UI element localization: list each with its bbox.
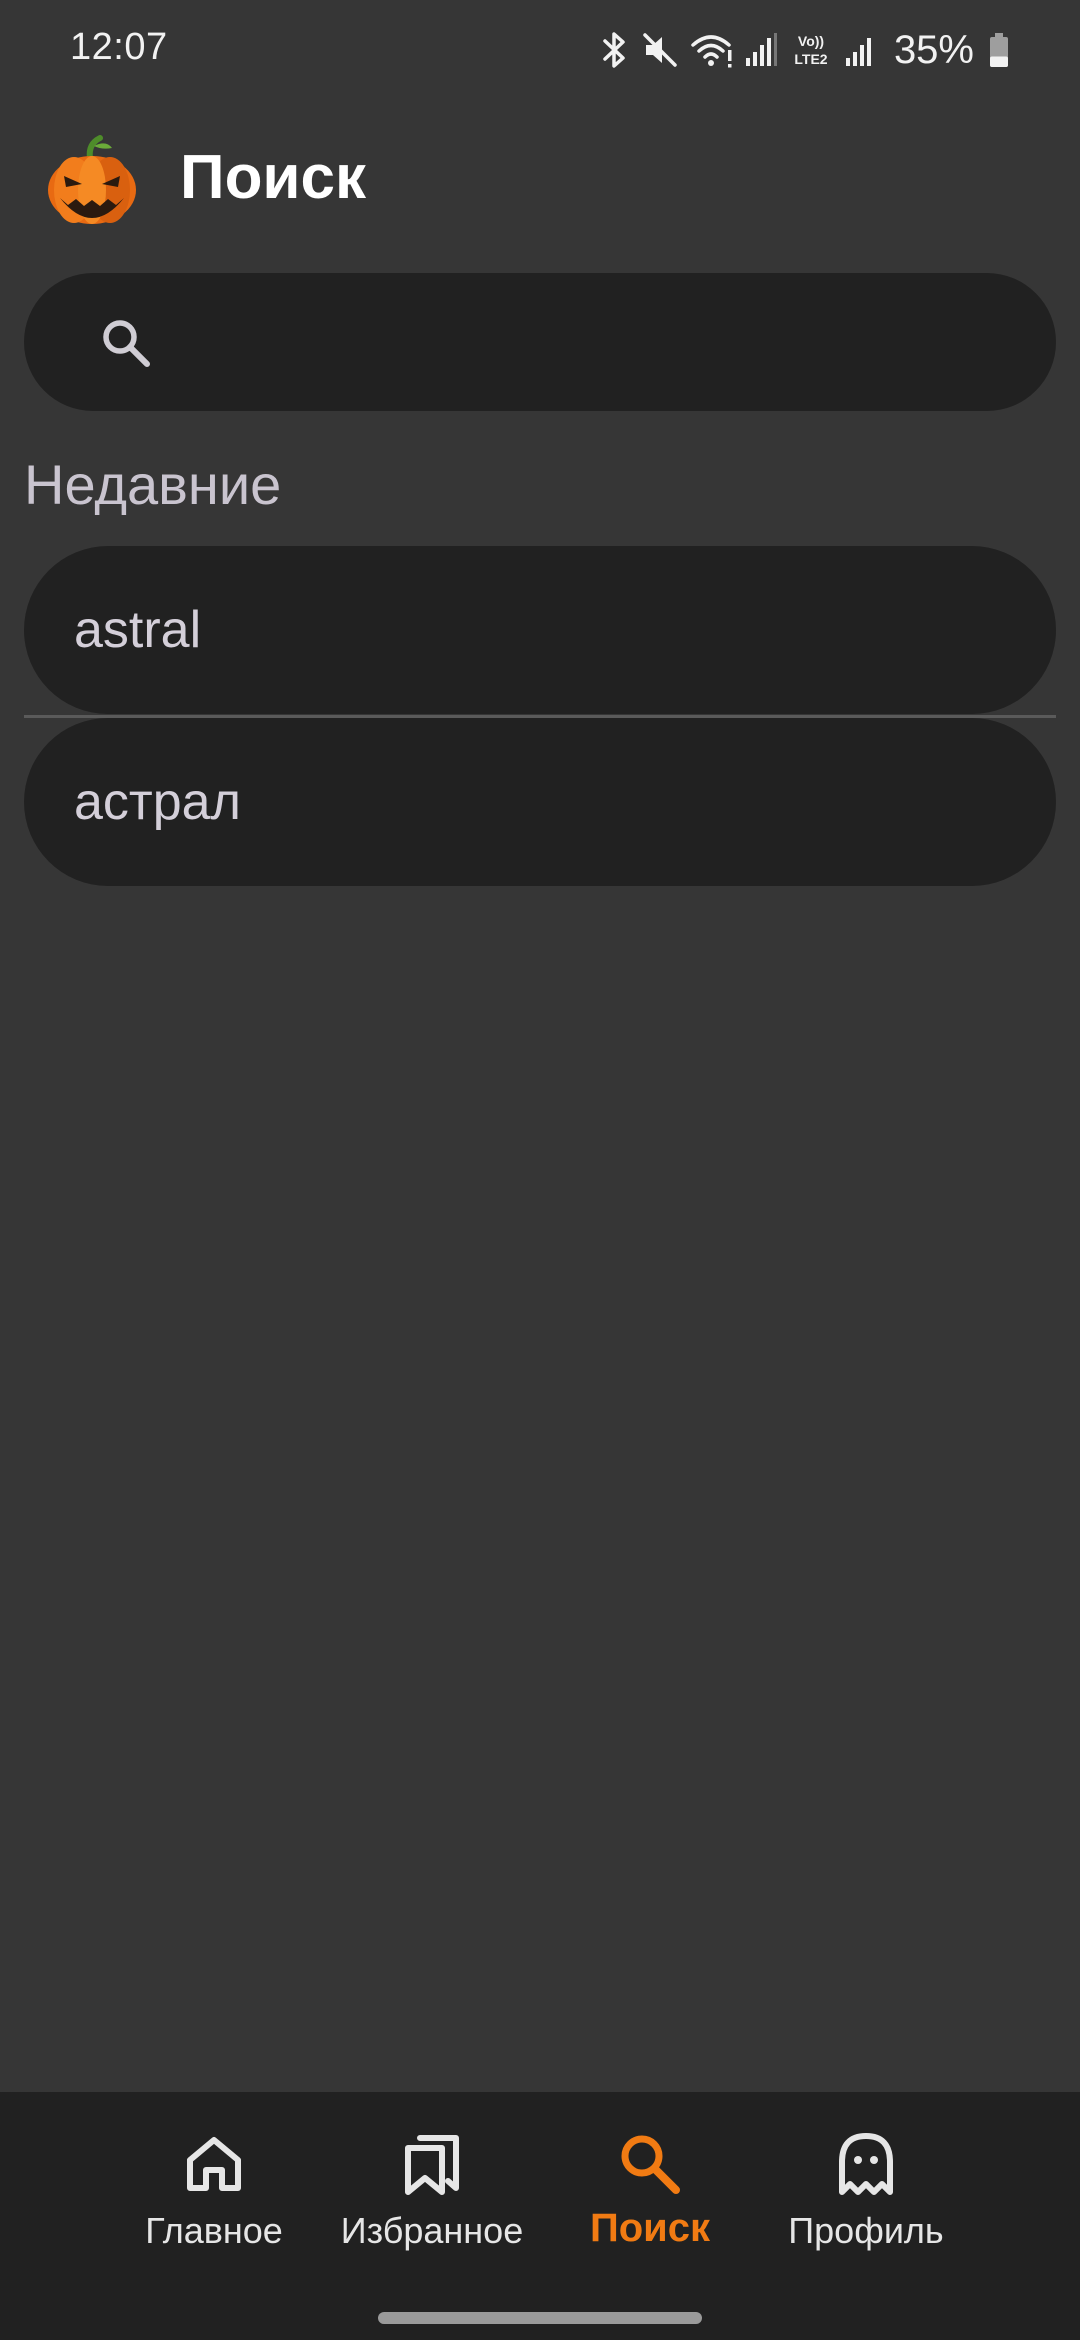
status-bar: 12:07 Vo)) LTE2 35% [0,0,1080,100]
bookmarks-icon [396,2128,468,2200]
nav-label: Поиск [589,2206,711,2250]
status-time: 12:07 [70,26,168,68]
status-icons: Vo)) LTE2 35% [600,24,1010,76]
nav-item-search[interactable]: Поиск [530,2128,770,2268]
signal-icon [744,30,778,70]
battery-icon [988,30,1010,70]
search-icon [614,2128,686,2200]
volte-icon: Vo)) LTE2 [788,30,834,70]
nav-item-home[interactable]: Главное [94,2128,334,2268]
app-header: Поиск [0,120,1080,240]
svg-text:Vo)): Vo)) [798,33,824,49]
nav-item-profile[interactable]: Профиль [746,2128,986,2268]
mute-icon [640,30,680,70]
signal-icon [844,30,878,70]
bluetooth-icon [600,30,630,70]
nav-item-favorites[interactable]: Избранное [312,2128,552,2268]
battery-percent: 35% [893,27,974,72]
svg-text:LTE2: LTE2 [794,51,827,67]
pumpkin-logo-icon [44,132,140,228]
search-bar[interactable] [24,273,1056,413]
page-title: Поиск [180,143,367,212]
wifi-icon [690,30,734,70]
nav-label: Профиль [788,2210,944,2251]
recent-item[interactable]: astral [24,546,1056,714]
home-indicator[interactable] [378,2312,702,2324]
recent-item[interactable]: астрал [24,718,1056,886]
home-icon [178,2128,250,2200]
search-icon [96,313,156,373]
nav-label: Главное [145,2210,283,2251]
recent-list: astral астрал [24,546,1056,886]
search-input[interactable] [184,273,1008,413]
recent-section-title: Недавние [24,453,282,516]
bottom-navigation: Главное Избранное Поиск Профиль [0,2092,1080,2340]
nav-label: Избранное [340,2210,524,2251]
ghost-icon [830,2128,902,2200]
